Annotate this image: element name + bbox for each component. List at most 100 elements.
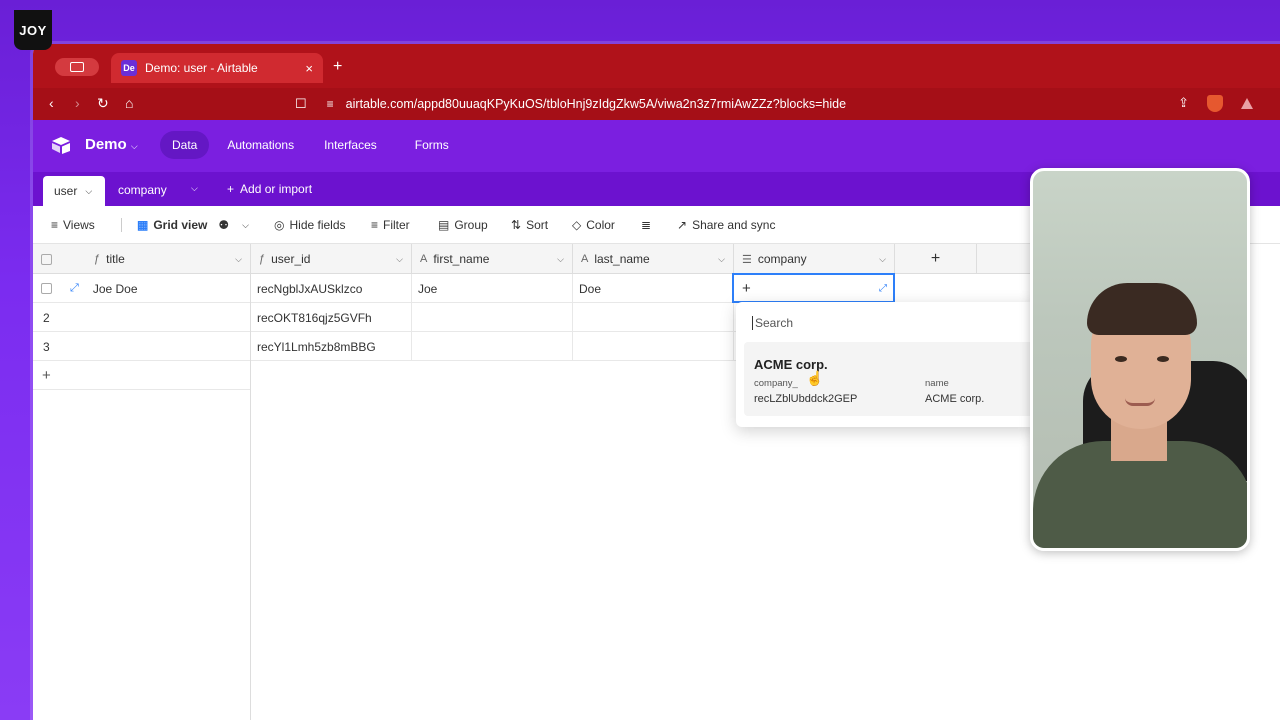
eye-off-icon: ◎: [274, 218, 285, 232]
top-nav: Data Automations Interfaces Forms: [160, 131, 461, 159]
cell-user-id[interactable]: recYl1Lmh5zb8mBBG: [251, 332, 412, 361]
cell-title[interactable]: Joe Doe: [93, 282, 138, 296]
chevron-down-icon[interactable]: ⌵: [235, 254, 242, 265]
column-header-company[interactable]: ☰ company ⌵: [734, 244, 895, 274]
people-icon: ⚉: [218, 218, 230, 232]
cell-company-active[interactable]: + ⤢: [732, 273, 895, 303]
toolbar-divider: [121, 218, 122, 232]
header-row: ƒ title ⌵ ƒ user_id ⌵ A first_name ⌵ A l…: [33, 244, 1033, 274]
favicon-icon: De: [121, 60, 137, 76]
row-height-icon: ≣: [641, 218, 652, 232]
row-height-button[interactable]: ≣: [641, 218, 651, 232]
cell-last-name[interactable]: Doe: [573, 274, 734, 303]
chevron-down-icon[interactable]: ⌵: [557, 254, 564, 265]
cell-last-name[interactable]: [573, 332, 734, 361]
forward-icon[interactable]: ›: [75, 95, 80, 111]
url-text: airtable.com/appd80uuaqKPyKuOS/tbloHnj9z…: [345, 97, 847, 111]
add-row-button[interactable]: +: [33, 361, 251, 390]
hand-cursor-icon: ☝: [806, 370, 824, 386]
row-checkbox[interactable]: [41, 283, 52, 294]
sort-button[interactable]: ⇅ Sort: [511, 218, 548, 232]
text-icon: A: [581, 253, 589, 265]
base-name[interactable]: Demo ⌵: [85, 136, 138, 153]
cell-first-name[interactable]: [412, 332, 573, 361]
tab-switcher-button[interactable]: [55, 58, 99, 76]
browser-tab[interactable]: De Demo: user - Airtable ×: [111, 53, 323, 83]
cell-first-name[interactable]: Joe: [412, 274, 573, 303]
chevron-down-icon[interactable]: ⌵: [879, 254, 886, 265]
expand-cell-icon[interactable]: ⤢: [879, 283, 887, 294]
cell-user-id[interactable]: recOKT816qjz5GVFh: [251, 303, 412, 332]
hide-fields-button[interactable]: ◎ Hide fields: [274, 218, 346, 232]
new-tab-button[interactable]: +: [333, 58, 342, 76]
nav-forms[interactable]: Forms: [403, 131, 461, 159]
share-icon[interactable]: ⇪: [1178, 95, 1189, 112]
site-settings-icon[interactable]: ≡: [327, 97, 334, 111]
color-button[interactable]: ◇ Color: [572, 218, 615, 232]
row-number: 3: [43, 339, 50, 354]
close-tab-icon[interactable]: ×: [305, 61, 313, 76]
cell-last-name[interactable]: [573, 303, 734, 332]
brave-rewards-icon[interactable]: [1241, 98, 1253, 109]
eye-shape: [1115, 356, 1127, 362]
search-input[interactable]: [752, 316, 1012, 330]
table-tab-label: user: [54, 184, 78, 198]
cell-user-id[interactable]: recNgblJxAUSklzco: [251, 274, 412, 303]
window-icon: [70, 62, 84, 72]
address-bar: ‹ › ↻ ⌂ ☐ ≡ airtable.com/appd80uuaqKPyKu…: [33, 88, 1280, 120]
column-header-user-id[interactable]: ƒ user_id ⌵: [251, 244, 412, 274]
eye-shape: [1157, 356, 1169, 362]
sort-icon: ⇅: [511, 218, 522, 232]
airtable-header: Demo ⌵ Data Automations Interfaces Forms: [33, 120, 1280, 172]
field-label: company_: [754, 378, 798, 389]
plus-icon: +: [227, 182, 235, 196]
add-or-import-button[interactable]: + Add or import: [227, 182, 312, 196]
webcam-overlay: [1030, 168, 1250, 551]
tables-menu-chevron-icon[interactable]: ⌵: [191, 183, 198, 194]
menu-icon: ≡: [51, 218, 59, 232]
back-icon[interactable]: ‹: [49, 95, 54, 111]
browser-tabbar: De Demo: user - Airtable × +: [33, 44, 1280, 88]
field-label: name: [925, 378, 949, 389]
views-button[interactable]: ≡ Views: [51, 218, 95, 232]
column-header-title[interactable]: ƒ title ⌵: [33, 244, 251, 274]
grid-view-button[interactable]: ▦ Grid view ⚉ ⌵: [137, 218, 249, 232]
plus-icon: +: [42, 367, 51, 384]
link-icon: ☰: [742, 253, 752, 266]
chevron-down-icon: ⌵: [85, 185, 93, 196]
field-value: ACME corp.: [925, 393, 985, 405]
field-value: recLZblUbddck2GEP: [754, 393, 858, 405]
external-link-icon: ↗: [677, 218, 688, 232]
table-tab-user[interactable]: user ⌵: [43, 176, 105, 206]
column-header-last-name[interactable]: A last_name ⌵: [573, 244, 734, 274]
group-icon: ▤: [438, 218, 450, 232]
chevron-down-icon: ⌵: [242, 219, 249, 230]
chevron-down-icon[interactable]: ⌵: [396, 254, 403, 265]
brave-shield-icon[interactable]: [1207, 95, 1223, 112]
nav-data[interactable]: Data: [160, 131, 210, 159]
filter-button[interactable]: ≡ Filter: [371, 218, 410, 232]
add-column-button[interactable]: +: [895, 244, 977, 274]
expand-row-icon[interactable]: ⤢: [70, 282, 79, 295]
bookmark-icon[interactable]: ☐: [295, 96, 307, 112]
home-icon[interactable]: ⌂: [125, 95, 133, 111]
column-header-first-name[interactable]: A first_name ⌵: [412, 244, 573, 274]
chevron-down-icon[interactable]: ⌵: [718, 254, 725, 265]
formula-icon: ƒ: [94, 253, 101, 265]
nav-automations[interactable]: Automations: [215, 131, 306, 159]
reload-icon[interactable]: ↻: [97, 95, 109, 112]
table-row[interactable]: ⤢ Joe Doe recNgblJxAUSklzco Joe Doe + ⤢: [33, 273, 1033, 303]
nav-interfaces[interactable]: Interfaces: [312, 131, 389, 159]
group-button[interactable]: ▤ Group: [438, 218, 488, 232]
tab-title: Demo: user - Airtable: [145, 61, 258, 75]
url-field[interactable]: ☐ ≡ airtable.com/appd80uuaqKPyKuOS/tbloH…: [295, 90, 1255, 118]
airtable-logo-icon[interactable]: [51, 136, 71, 154]
record-result[interactable]: ACME corp. company_ recLZblUbddck2GEP na…: [744, 342, 1034, 416]
paint-icon: ◇: [572, 218, 582, 232]
add-link-plus-icon[interactable]: +: [742, 280, 751, 297]
text-icon: A: [420, 253, 428, 265]
cell-first-name[interactable]: [412, 303, 573, 332]
select-all-checkbox[interactable]: [41, 253, 52, 265]
table-tab-company[interactable]: company: [118, 183, 167, 197]
share-and-sync-button[interactable]: ↗ Share and sync: [677, 218, 775, 232]
